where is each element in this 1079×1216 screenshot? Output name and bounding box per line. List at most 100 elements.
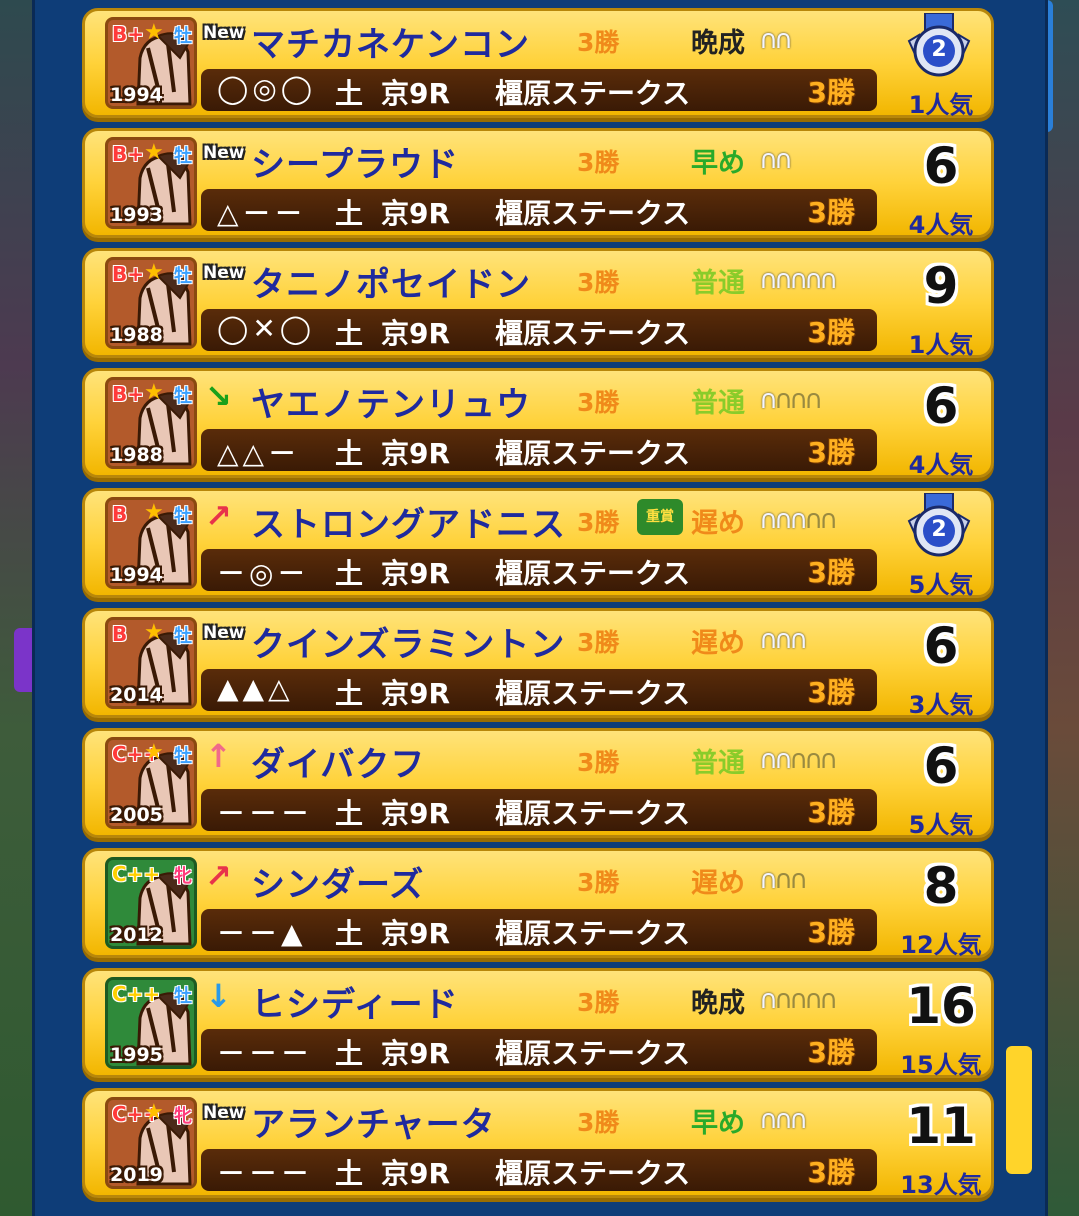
horse-card[interactable]: B+ ★ 牡 1993 New シープラウド 3勝 早め ∩∩ △－－ 土京9R 橿原ステークス 3勝 6… [82,128,994,239]
horseshoe-icon: ∩ [819,265,838,295]
horseshoe-icon: ∩ [774,865,793,895]
medal-number: 2 [931,517,947,542]
race-info-bar: ▲▲△ 土京9R 橿原ステークス 3勝 [201,669,877,711]
race-day: 土 [335,437,364,470]
race-name: 橿原ステークス [495,797,691,830]
race-class: 3勝 [807,796,855,829]
star-icon: ★ [144,380,164,405]
new-badge: New [203,263,245,283]
race-info-bar: －－－ 土京9R 橿原ステークス 3勝 [201,1149,877,1191]
horse-name: ヤエノテンリュウ [251,385,531,425]
wins-label: 3勝 [577,388,620,417]
wins-label: 3勝 [577,508,620,537]
wins-label: 3勝 [577,748,620,777]
horse-card[interactable]: C++ ★ 牝 2019 New アランチャータ 3勝 早め ∩∩∩ －－－土京9R 橿原ステークス… [82,1088,994,1199]
horse-name: シープラウド [251,145,459,185]
sex-badge: 牝 [174,1106,192,1127]
side-tab[interactable] [14,628,34,692]
race-course: 京9R [381,77,451,110]
race-info-bar: ◯◎◯ 土京9R 橿原ステークス 3勝 [201,69,877,111]
birth-year: 1994 [110,84,163,106]
horseshoe-icon: ∩ [789,625,808,655]
horseshoe-rating: ∩∩∩∩∩ [759,505,838,535]
horseshoe-icon: ∩ [774,25,793,55]
race-info-bar: －－▲ 土京9R 橿原ステークス 3勝 [201,909,877,951]
race-course: 京9R [381,197,451,230]
race-course: 京9R [381,317,451,350]
horse-portrait: B+ ★ 牡 1993 [105,137,197,229]
popularity-label: 12人気 [900,931,982,959]
horseshoe-icon: ∩ [759,385,778,415]
race-class: 3勝 [807,76,855,109]
new-badge: New [203,143,245,163]
race-info-bar: △△－ 土京9R 橿原ステークス 3勝 [201,429,877,471]
horseshoe-icon: ∩ [804,385,823,415]
birth-year: 2019 [110,1164,163,1186]
horse-portrait: B+ ★ 牡 1994 [105,17,197,109]
horse-name: シンダーズ [251,865,425,905]
horse-card[interactable]: B+ ★ 牡 1988 ↘ ヤエノテンリュウ 3勝 普通 ∩∩∩∩ △△－土京9R 橿原ステークス 3… [82,368,994,479]
race-day: 土 [335,1037,364,1070]
horseshoe-rating: ∩∩∩ [759,1105,808,1135]
sex-badge: 牡 [174,626,192,647]
horse-card[interactable]: C++ ★ 牡 2005 ↑ ダイバクフ 3勝 普通 ∩∩∩∩∩ －－－土京9R 橿原ステークス 3勝… [82,728,994,839]
trend-arrow-icon: ↗ [205,857,232,895]
prediction-marks: △－－ [217,197,307,230]
race-class: 3勝 [807,556,855,589]
race-name: 橿原ステークス [495,77,691,110]
horse-name: ヒシディード [251,985,459,1025]
horse-card[interactable]: C++ 牡 1995 ↓ ヒシディード 3勝 晩成 ∩∩∩∩∩ －－－土京9R 橿原ステークス 3勝… [82,968,994,1079]
rank-badge: C++ [112,862,161,886]
sex-badge: 牡 [174,986,192,1007]
wins-label: 3勝 [577,1108,620,1137]
prediction-marks: －－－ [217,1157,314,1190]
prediction-marks: △△－ [217,437,301,470]
rank-badge: B+ [112,382,145,406]
horse-card[interactable]: C++ 牝 2012 ↗ シンダーズ 3勝 遅め ∩∩∩ －－▲ 土京9R 橿原ステークス 3勝 8 12… [82,848,994,959]
race-class: 3勝 [807,196,855,229]
horseshoe-icon: ∩ [759,625,778,655]
growth-type: 早め [691,1108,745,1139]
new-badge: New [203,23,245,43]
growth-type: 普通 [691,748,745,779]
prediction-marks: －－▲ [217,917,307,950]
race-day: 土 [335,1157,364,1190]
star-icon: ★ [144,740,164,765]
birth-year: 1994 [110,564,163,586]
horse-card[interactable]: B ★ 牡 2014 New クインズラミントン 3勝 遅め ∩∩∩ ▲▲△ 土京9R 橿原ステークス… [82,608,994,719]
race-course: 京9R [381,1037,451,1070]
odds-number: 6 [923,377,959,435]
rank-badge: B+ [112,142,145,166]
popularity-label: 1人気 [908,331,974,359]
race-info-bar: －－－ 土京9R 橿原ステークス 3勝 [201,789,877,831]
wins-label: 3勝 [577,628,620,657]
horse-card[interactable]: B ★ 牡 1994 ↗ ストロングアドニス 3勝 重賞 遅め ∩∩∩∩∩ －◎－土京9R 橿原ステー… [82,488,994,599]
horseshoe-icon: ∩ [759,265,778,295]
race-class: 3勝 [807,436,855,469]
race-name: 橿原ステークス [495,197,691,230]
horseshoe-icon: ∩ [774,385,793,415]
birth-year: 1988 [110,444,163,466]
odds-number: 11 [906,1097,976,1155]
horseshoe-rating: ∩∩∩∩∩ [759,265,838,295]
horse-portrait: B+ ★ 牡 1988 [105,257,197,349]
horseshoe-icon: ∩ [789,505,808,535]
horse-name: ストロングアドニス [251,505,566,545]
star-icon: ★ [144,260,164,285]
horseshoe-icon: ∩ [804,505,823,535]
race-day: 土 [335,317,364,350]
popularity-label: 3人気 [908,691,974,719]
scrollbar-thumb[interactable] [1006,1046,1032,1174]
horseshoe-icon: ∩ [759,1105,778,1135]
horse-card[interactable]: B+ ★ 牡 1988 New タニノポセイドン 3勝 普通 ∩∩∩∩∩ ◯✕◯ 土京9R 橿原ステー… [82,248,994,359]
race-class: 3勝 [807,1036,855,1069]
race-class: 3勝 [807,316,855,349]
horse-portrait: B ★ 牡 2014 [105,617,197,709]
horseshoe-icon: ∩ [789,1105,808,1135]
race-info-bar: ◯✕◯ 土京9R 橿原ステークス 3勝 [201,309,877,351]
popularity-label: 1人気 [908,91,974,119]
horse-card[interactable]: B+ ★ 牡 1994 New マチカネケンコン 3勝 晩成 ∩∩ ◯◎◯ 土京9R 橿原ステークス 3… [82,8,994,119]
rank-badge: B+ [112,262,145,286]
race-course: 京9R [381,1157,451,1190]
race-name: 橿原ステークス [495,557,691,590]
